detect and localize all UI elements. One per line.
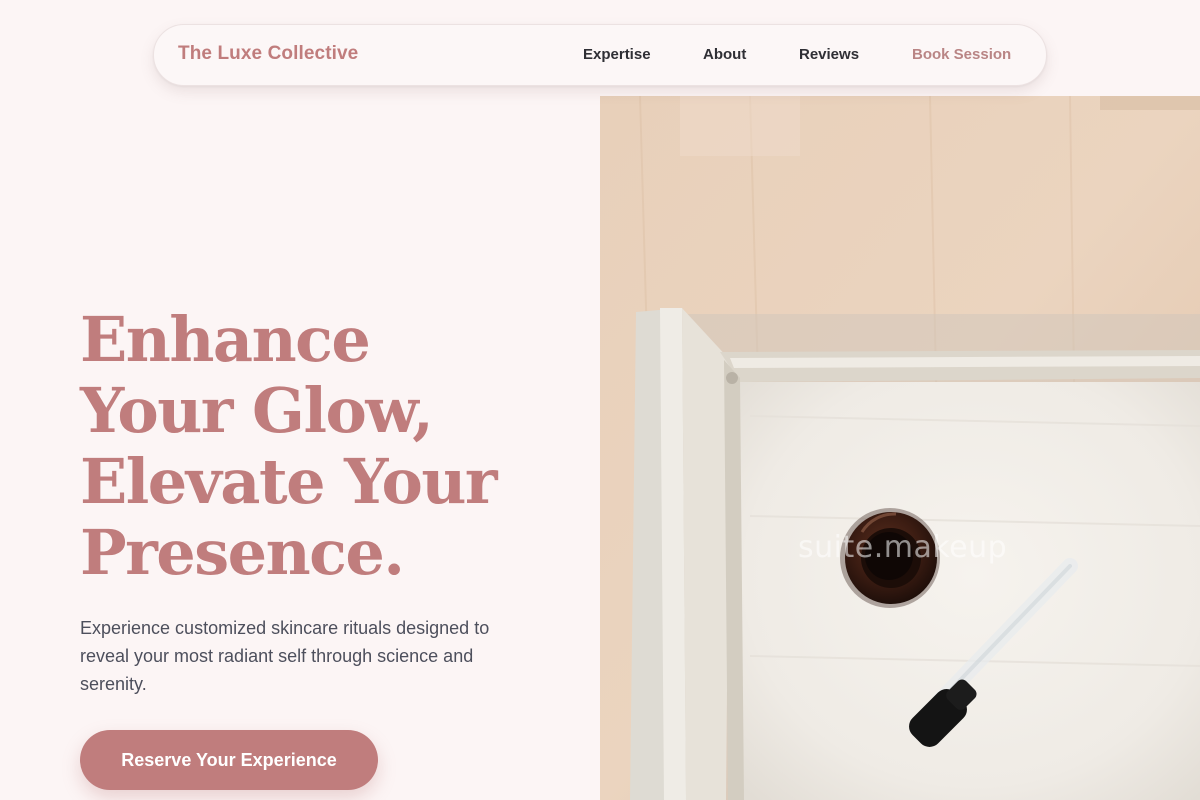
- nav-link-about[interactable]: About: [703, 46, 746, 63]
- hero-headline: Enhance Your Glow, Elevate Your Presence…: [80, 304, 560, 588]
- hero-subtext: Experience customized skincare rituals d…: [80, 618, 490, 694]
- top-navigation: The Luxe Collective Expertise About Revi…: [153, 24, 1047, 86]
- headline-line: Elevate Your: [80, 445, 498, 518]
- skincare-tray-illustration: [600, 96, 1200, 800]
- page: The Luxe Collective Expertise About Revi…: [0, 0, 1200, 800]
- headline-line: Your Glow,: [80, 374, 434, 447]
- reserve-experience-button[interactable]: Reserve Your Experience: [80, 730, 378, 790]
- nav-link-reviews[interactable]: Reviews: [799, 46, 859, 63]
- headline-line: Presence.: [80, 516, 405, 589]
- nav-link-book-session[interactable]: Book Session: [912, 46, 1011, 63]
- image-watermark: suite.makeup: [798, 530, 1008, 565]
- brand-logo[interactable]: The Luxe Collective: [178, 43, 358, 65]
- hero-image: suite.makeup: [600, 96, 1200, 800]
- nav-link-expertise[interactable]: Expertise: [583, 46, 651, 63]
- headline-line: Enhance: [80, 303, 371, 376]
